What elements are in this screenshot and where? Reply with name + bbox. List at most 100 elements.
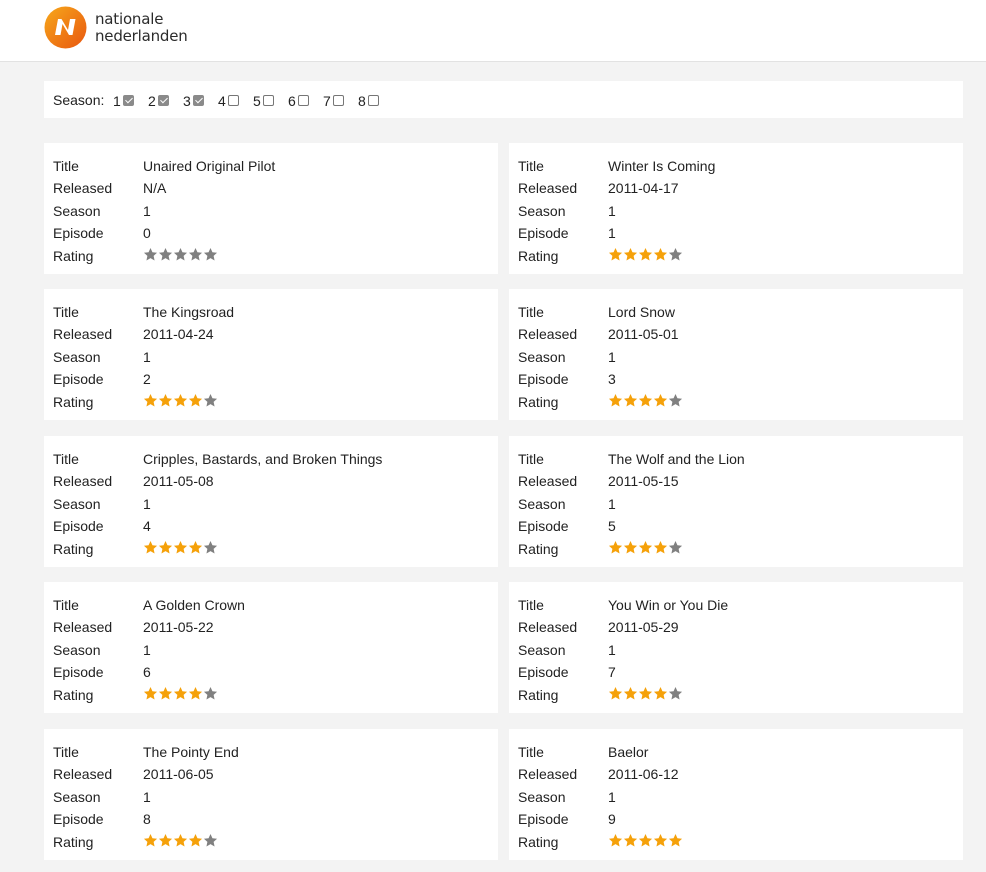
star-filled-icon [158, 833, 173, 847]
field-label-rating: Rating [518, 834, 559, 850]
season-8-checkbox[interactable] [367, 94, 379, 106]
episode-card: Title The Pointy End Released 2011-06-05 Sea… [44, 729, 498, 860]
episode-card: Title Winter Is Coming Released 2011-04-17 S… [509, 143, 963, 274]
field-label-title: Title [53, 451, 79, 467]
star-empty-icon [668, 393, 683, 407]
field-label-rating: Rating [518, 394, 559, 410]
field-label-season: Season [53, 642, 101, 658]
episode-released-value: 2011-05-01 [608, 326, 679, 342]
episode-title-value: Winter Is Coming [608, 158, 716, 174]
field-label-released: Released [518, 180, 578, 196]
season-5-checkbox[interactable] [262, 94, 274, 106]
field-label-released: Released [518, 766, 578, 782]
field-label-episode: Episode [518, 371, 569, 387]
star-filled-icon [143, 833, 158, 847]
episode-episode-value: 3 [608, 371, 616, 387]
star-filled-icon [188, 833, 203, 847]
star-filled-icon [173, 833, 188, 847]
field-label-released: Released [53, 766, 113, 782]
field-label-rating: Rating [518, 248, 559, 264]
episode-card: Title Cripples, Bastards, and Broken Thin… [44, 436, 498, 567]
field-label-released: Released [53, 473, 113, 489]
star-rating [608, 393, 683, 408]
star-empty-icon [158, 247, 173, 261]
star-empty-icon [668, 686, 683, 700]
field-label-rating: Rating [53, 248, 94, 264]
star-empty-icon [203, 393, 218, 407]
season-option-2[interactable]: 2 [148, 93, 169, 109]
star-rating [143, 247, 218, 262]
episode-episode-value: 4 [143, 518, 151, 534]
season-4-checkbox[interactable] [227, 94, 239, 106]
field-label-season: Season [518, 496, 566, 512]
season-option-3[interactable]: 3 [183, 93, 204, 109]
field-label-released: Released [518, 619, 578, 635]
episode-title-value: Lord Snow [608, 304, 675, 320]
season-1-checkbox[interactable] [122, 94, 134, 106]
star-empty-icon [203, 833, 218, 847]
star-rating [608, 833, 683, 848]
episode-episode-value: 8 [143, 811, 151, 827]
episode-title-value: Unaired Original Pilot [143, 158, 276, 174]
episode-title-value: The Pointy End [143, 744, 239, 760]
field-label-rating: Rating [53, 394, 94, 410]
episode-title-value: Baelor [608, 744, 649, 760]
star-filled-icon [623, 247, 638, 261]
star-empty-icon [203, 540, 218, 554]
star-rating [608, 247, 683, 262]
star-filled-icon [653, 833, 668, 847]
field-label-season: Season [518, 789, 566, 805]
field-label-episode: Episode [53, 225, 104, 241]
star-empty-icon [668, 540, 683, 554]
season-filter: Season: 1 2 3 4 5 6 7 8 [44, 81, 963, 118]
episode-card: Title Baelor Released 2011-06-12 Season 1 Epis… [509, 729, 963, 860]
episode-episode-value: 1 [608, 225, 616, 241]
star-filled-icon [653, 247, 668, 261]
star-rating [143, 393, 218, 408]
field-label-season: Season [53, 203, 101, 219]
star-empty-icon [173, 247, 188, 261]
episode-released-value: 2011-05-15 [608, 473, 679, 489]
season-option-1[interactable]: 1 [113, 93, 134, 109]
episode-episode-value: 5 [608, 518, 616, 534]
season-option-4[interactable]: 4 [218, 93, 239, 109]
field-label-released: Released [518, 473, 578, 489]
star-filled-icon [158, 393, 173, 407]
field-label-released: Released [518, 326, 578, 342]
episode-released-value: 2011-05-08 [143, 473, 214, 489]
star-filled-icon [173, 686, 188, 700]
field-label-rating: Rating [53, 834, 94, 850]
brand-logo[interactable]: nationale nederlanden [44, 6, 194, 50]
episode-released-value: 2011-05-29 [608, 619, 679, 635]
star-filled-icon [653, 393, 668, 407]
star-rating [608, 686, 683, 701]
season-option-8[interactable]: 8 [358, 93, 379, 109]
season-7-checkbox[interactable] [332, 94, 344, 106]
star-filled-icon [623, 393, 638, 407]
field-label-released: Released [53, 619, 113, 635]
field-label-title: Title [518, 597, 544, 613]
season-option-5[interactable]: 5 [253, 93, 274, 109]
brand-line-1: nationale [95, 10, 164, 28]
star-filled-icon [623, 686, 638, 700]
star-empty-icon [143, 247, 158, 261]
season-option-7[interactable]: 7 [323, 93, 344, 109]
episode-card: Title You Win or You Die Released 2011-05-2… [509, 582, 963, 713]
star-rating [143, 686, 218, 701]
star-filled-icon [623, 540, 638, 554]
brand-line-2: nederlanden [95, 27, 188, 45]
star-filled-icon [623, 833, 638, 847]
field-label-rating: Rating [518, 541, 559, 557]
season-2-checkbox[interactable] [157, 94, 169, 106]
star-empty-icon [203, 686, 218, 700]
season-3-checkbox[interactable] [192, 94, 204, 106]
star-empty-icon [668, 247, 683, 261]
season-6-checkbox[interactable] [297, 94, 309, 106]
episode-card: Title Unaired Original Pilot Released N/A Se… [44, 143, 498, 274]
episode-season-value: 1 [143, 203, 151, 219]
season-option-6[interactable]: 6 [288, 93, 309, 109]
star-empty-icon [203, 247, 218, 261]
season-filter-label: Season: [53, 92, 105, 108]
episode-card: Title The Wolf and the Lion Released 2011-0… [509, 436, 963, 567]
field-label-title: Title [518, 304, 544, 320]
